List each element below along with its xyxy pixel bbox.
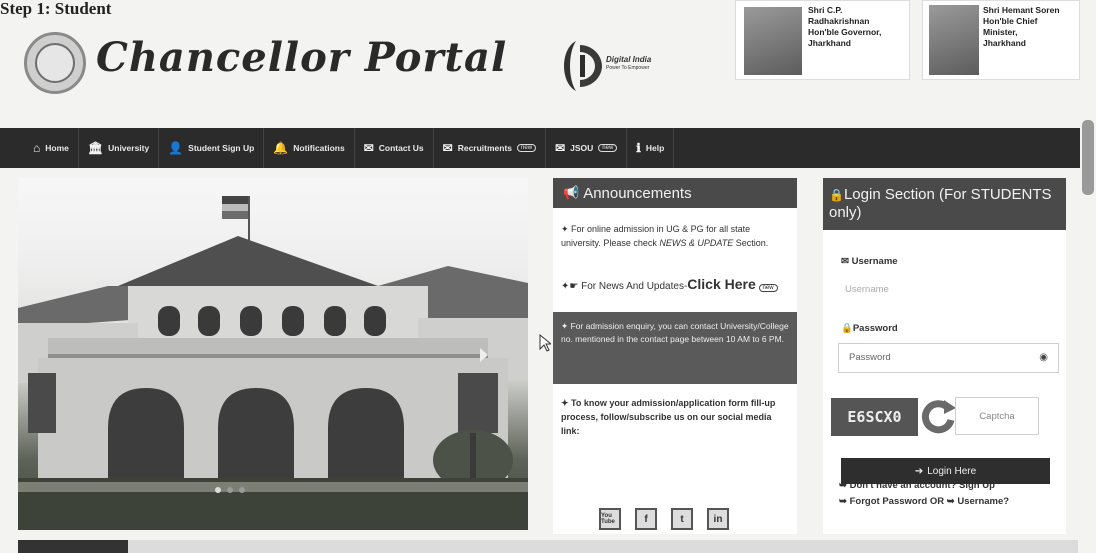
- chief-minister-line: Shri Hemant Soren: [983, 5, 1060, 15]
- nav-contact-us[interactable]: ✉ Contact Us: [355, 128, 434, 168]
- chief-minister-line: Hon'ble Chief: [983, 16, 1038, 26]
- youtube-icon[interactable]: You Tube: [599, 508, 621, 530]
- chief-minister-line: Minister,: [983, 27, 1018, 37]
- nav-label: Recruitments: [457, 143, 513, 153]
- lock-icon: 🔒: [829, 188, 844, 202]
- nav-home[interactable]: ⌂ Home: [24, 128, 79, 168]
- announcements-header: 📢 Announcements: [553, 178, 797, 208]
- envelope-icon: ✉: [841, 256, 852, 267]
- nav-student-sign-up[interactable]: 👤 Student Sign Up: [159, 128, 265, 168]
- megaphone-icon: 📢: [563, 185, 580, 200]
- new-badge: new: [598, 144, 618, 152]
- nav-university[interactable]: 🏛 University: [79, 128, 160, 168]
- refresh-captcha-icon[interactable]: [918, 396, 958, 436]
- nav-jsou[interactable]: ✉ JSOU new: [546, 128, 628, 168]
- announcement-text: ✦☛ For News And Updates-: [561, 281, 688, 292]
- forgot-text: Forgot Password OR ➥ Username?: [849, 496, 1010, 507]
- envelope-icon: ✉: [555, 141, 566, 155]
- lock-icon: 🔒: [841, 323, 853, 334]
- student-icon: 👤: [168, 141, 184, 155]
- nav-label: Help: [645, 143, 665, 153]
- nav-label: Notifications: [293, 143, 345, 153]
- username-label-text: Username: [851, 256, 898, 267]
- captcha-code: E6SCX0: [831, 398, 918, 436]
- password-label-text: Password: [852, 323, 898, 334]
- nav-label: JSOU: [570, 143, 594, 153]
- home-icon: ⌂: [33, 141, 41, 155]
- twitter-icon[interactable]: t: [671, 508, 693, 530]
- forgot-password-link[interactable]: ➥ Forgot Password OR ➥ Username?: [839, 496, 1009, 507]
- mouse-cursor-icon: [539, 334, 551, 352]
- digital-india-tagline: Power To Empower: [606, 65, 650, 71]
- governor-info: Shri C.P. Radhakrishnan Hon'ble Governor…: [808, 5, 881, 49]
- announcement-text: Section.: [733, 238, 769, 248]
- step-heading: Step 1: Student: [0, 0, 112, 18]
- announcements-title: Announcements: [583, 184, 692, 202]
- password-label: 🔒Password: [841, 323, 898, 334]
- nav-recruitments[interactable]: ✉ Recruitments new: [434, 128, 547, 168]
- login-title: Login Section (For STUDENTS only): [829, 186, 1052, 221]
- login-icon: ➔: [914, 465, 924, 477]
- governor-line: Hon'ble Governor,: [808, 27, 882, 37]
- password-input[interactable]: Password ◉: [838, 343, 1059, 373]
- nav-label: Contact Us: [378, 143, 424, 153]
- bell-icon: 🔔: [273, 141, 289, 155]
- username-input[interactable]: Username: [845, 284, 889, 295]
- chief-minister-photo: [929, 5, 979, 75]
- chief-minister-line: Jharkhand: [983, 38, 1026, 48]
- username-label: ✉ Username: [841, 256, 898, 267]
- envelope-icon: ✉: [363, 141, 374, 155]
- nav-label: Student Sign Up: [188, 143, 255, 153]
- governor-line: Jharkhand: [808, 38, 851, 48]
- nav-label: University: [108, 143, 150, 153]
- announcement-admission: ✦ For online admission in UG & PG for al…: [561, 222, 791, 250]
- governor-line: Shri C.P.: [808, 5, 843, 15]
- announcements-panel: 📢 Announcements ✦ For online admission i…: [553, 178, 797, 534]
- hero-slider[interactable]: [18, 178, 528, 530]
- nav-notifications[interactable]: 🔔 Notifications: [264, 128, 355, 168]
- new-badge: new: [517, 144, 537, 152]
- news-update-link[interactable]: NEWS & UPDATE: [659, 238, 733, 248]
- eye-icon[interactable]: ◉: [1039, 352, 1048, 363]
- facebook-icon[interactable]: f: [635, 508, 657, 530]
- page-scrollbar[interactable]: [1082, 120, 1094, 195]
- linkedin-icon[interactable]: in: [707, 508, 729, 530]
- announcement-enquiry: ✦ For admission enquiry, you can contact…: [553, 312, 797, 384]
- envelope-icon: ✉: [442, 141, 453, 155]
- chief-minister-card: Shri Hemant Soren Hon'ble Chief Minister…: [922, 0, 1080, 80]
- digital-india-text: Digital India Power To Empower: [606, 55, 651, 73]
- nav-help[interactable]: ℹ Help: [627, 128, 675, 168]
- announcement-news: ✦☛ For News And Updates-Click Here new: [561, 276, 791, 296]
- governor-line: Radhakrishnan: [808, 16, 870, 26]
- governor-card: Shri C.P. Radhakrishnan Hon'ble Governor…: [735, 0, 910, 80]
- new-badge: new: [758, 284, 778, 292]
- bottom-bar: [18, 540, 1078, 553]
- digital-india-name: Digital India: [606, 55, 652, 64]
- site-title[interactable]: Chancellor Portal: [96, 34, 507, 81]
- governor-photo: [744, 7, 802, 75]
- login-button-label: Login Here: [927, 465, 977, 477]
- announcement-process: ✦ To know your admission/application for…: [561, 398, 776, 436]
- captcha-input[interactable]: Captcha: [955, 397, 1039, 435]
- nav-label: Home: [45, 143, 69, 153]
- password-placeholder: Password: [849, 352, 891, 363]
- emblem-logo: [24, 32, 86, 94]
- info-icon: ℹ: [636, 141, 641, 155]
- click-here-link[interactable]: Click Here: [687, 276, 755, 292]
- main-nav: ⌂ Home 🏛 University 👤 Student Sign Up 🔔 Noti…: [0, 128, 1080, 168]
- building-image: [18, 196, 528, 530]
- login-header: 🔒Login Section (For STUDENTS only): [823, 178, 1066, 230]
- login-button[interactable]: ➔ Login Here: [841, 458, 1050, 484]
- university-icon: 🏛: [87, 141, 104, 155]
- chief-minister-info: Shri Hemant Soren Hon'ble Chief Minister…: [983, 5, 1060, 49]
